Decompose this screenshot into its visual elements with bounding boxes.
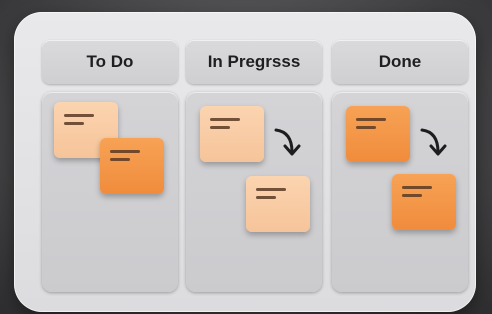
card-text-line	[356, 118, 386, 121]
curved-arrow-down-icon	[274, 128, 301, 156]
column-header-todo[interactable]: To Do	[42, 40, 178, 84]
column-header-in-progress[interactable]: In Pregrsss	[186, 40, 322, 84]
card-text-line	[210, 126, 230, 129]
column-done: Done	[332, 30, 468, 294]
card-text-line	[64, 122, 84, 125]
card-text-line	[256, 188, 286, 191]
card-text-line	[256, 196, 276, 199]
column-body-in-progress	[186, 92, 322, 292]
column-title: Done	[378, 52, 422, 71]
column-title: In Pregrsss	[207, 52, 301, 71]
task-card[interactable]	[200, 106, 264, 162]
card-text-line	[110, 158, 130, 161]
column-todo: To Do	[42, 30, 178, 294]
task-card[interactable]	[392, 174, 456, 230]
column-in-progress: In Pregrsss	[186, 30, 322, 294]
task-card[interactable]	[246, 176, 310, 232]
card-text-line	[110, 150, 140, 153]
column-body-todo	[42, 92, 178, 292]
task-card[interactable]	[346, 106, 410, 162]
column-title: To Do	[86, 52, 134, 71]
card-text-line	[64, 114, 94, 117]
task-card[interactable]	[100, 138, 164, 194]
card-text-line	[210, 118, 240, 121]
kanban-board: To Do In Pregrsss Done	[30, 30, 478, 314]
card-text-line	[356, 126, 376, 129]
card-text-line	[402, 194, 422, 197]
column-header-done[interactable]: Done	[332, 40, 468, 84]
curved-arrow-down-icon	[420, 128, 447, 156]
card-text-line	[402, 186, 432, 189]
column-body-done	[332, 92, 468, 292]
